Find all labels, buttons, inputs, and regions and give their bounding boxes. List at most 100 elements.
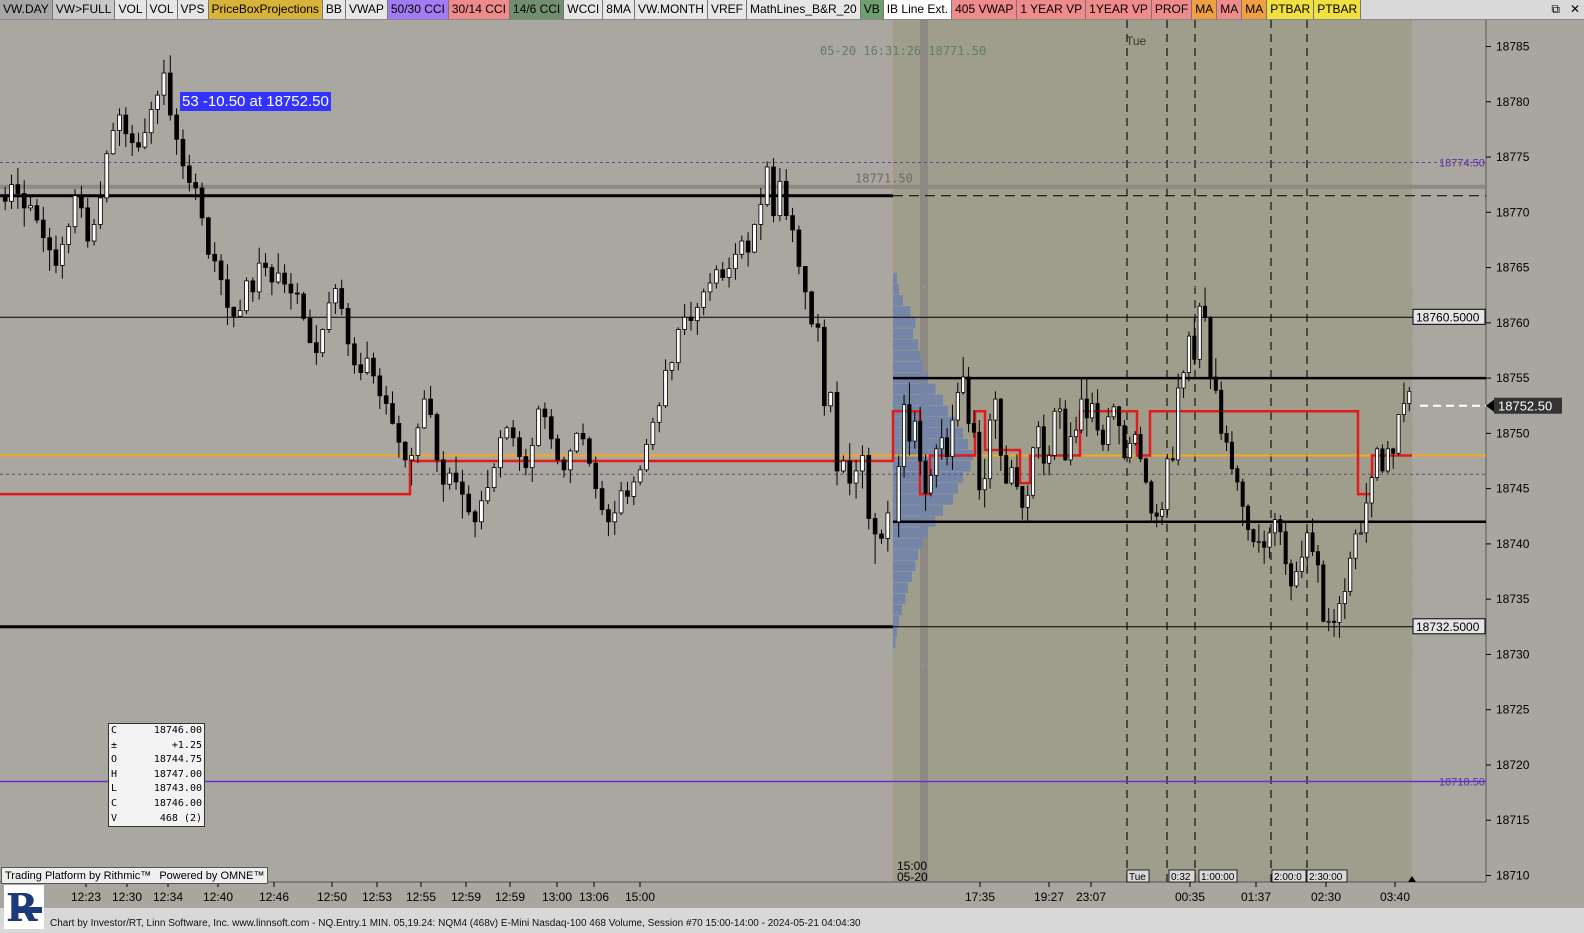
indicator-tab-10[interactable]: 14/6 CCI — [509, 0, 565, 19]
candle-body — [206, 217, 211, 255]
overnight-candle-body — [1197, 305, 1202, 360]
linn-logo: R — [4, 885, 44, 929]
restore-icon[interactable]: ⧉ — [1551, 0, 1560, 19]
overnight-candle-body — [1122, 425, 1127, 459]
price-tick-label: 18770 — [1496, 205, 1530, 219]
candle-body — [60, 243, 65, 266]
volume-profile-bar — [893, 637, 896, 649]
overnight-candle-body — [1375, 448, 1380, 478]
overnight-candle-body — [982, 478, 987, 491]
time-tick-label: 23:07 — [1076, 890, 1106, 904]
time-tick-label: 03:40 — [1380, 890, 1410, 904]
overnight-candle-body — [918, 420, 923, 462]
trade-label: 53 -10.50 at 18752.50 — [180, 92, 331, 111]
indicator-tab-15[interactable]: MathLines_B&R_20 — [746, 0, 861, 19]
indicator-tab-0[interactable]: VW.DAY — [0, 0, 53, 19]
indicator-tab-2[interactable]: VOL — [115, 0, 147, 19]
session-time-box-label: 2:30:00 — [1309, 872, 1343, 883]
candle-body — [745, 240, 751, 253]
volume-profile-bar — [893, 284, 899, 295]
indicator-tab-3[interactable]: VOL — [146, 0, 178, 19]
indicator-tab-20[interactable]: 1YEAR VP — [1086, 0, 1152, 19]
indicator-tab-11[interactable]: WCCI — [564, 0, 604, 19]
time-tick-label: 12:23 — [71, 890, 101, 904]
candle-body — [390, 403, 395, 424]
candle-body — [345, 308, 351, 345]
time-tick-label: 12:59 — [451, 890, 481, 904]
status-bar: Chart by Investor/RT, Linn Software, Inc… — [0, 908, 1584, 933]
indicator-tab-19[interactable]: 1 YEAR VP — [1017, 0, 1087, 19]
candle-body — [510, 427, 516, 439]
ohlc-key: ± — [111, 739, 118, 751]
price-tick-label: 18710 — [1496, 869, 1530, 883]
overnight-candle-body — [1278, 519, 1283, 533]
candle-body — [866, 455, 872, 519]
ohlc-value: 18744.75 — [153, 754, 202, 766]
ohlc-value: +1.25 — [171, 739, 202, 751]
overnight-candle-body — [1020, 486, 1025, 508]
indicator-tab-5[interactable]: PriceBoxProjections — [208, 0, 323, 19]
price-tick-label: 18735 — [1496, 592, 1530, 606]
price-chart[interactable]: 18710 18715 18720 18725 18730 18735 18740 18745… — [0, 20, 1584, 908]
candle-body — [155, 94, 160, 110]
indicator-tab-7[interactable]: VWAP — [345, 0, 388, 19]
indicator-tab-9[interactable]: 30/14 CCI — [448, 0, 510, 19]
candle-body — [377, 375, 383, 397]
indicator-tab-23[interactable]: MA — [1217, 0, 1243, 19]
indicator-tab-18[interactable]: 405 VWAP — [952, 0, 1018, 19]
overnight-candle-body — [1068, 436, 1073, 461]
indicator-tab-12[interactable]: 8MA — [603, 0, 635, 19]
candle-body — [250, 280, 256, 293]
overnight-candle-body — [1100, 429, 1105, 445]
candle-body — [650, 421, 656, 445]
overnight-candle-body — [1358, 532, 1363, 535]
overnight-candle-body — [1369, 477, 1374, 504]
candle-body — [383, 395, 389, 404]
overnight-candle-body — [1326, 620, 1331, 623]
indicator-tab-1[interactable]: VW>FULL — [52, 0, 116, 19]
candle-body — [625, 490, 630, 497]
candle-body — [396, 423, 402, 443]
overnight-candle-body — [1235, 468, 1240, 483]
overnight-candle-body — [1289, 563, 1294, 587]
overnight-candle-body — [1090, 403, 1095, 419]
overnight-candle-body — [1014, 467, 1019, 487]
ohlc-value: 18747.00 — [153, 768, 202, 780]
candle-body — [85, 207, 91, 242]
candle-body — [771, 166, 776, 217]
candle-body — [269, 267, 275, 283]
overnight-candle-body — [939, 437, 944, 450]
candle-body — [764, 166, 770, 205]
time-tick-label: 12:59 — [495, 890, 525, 904]
candle-body — [453, 472, 459, 483]
rithmic-text: Trading Platform by Rithmic™ — [5, 869, 152, 882]
candle-body — [853, 470, 859, 484]
indicator-tab-21[interactable]: PROF — [1151, 0, 1193, 19]
indicator-tab-25[interactable]: PTBAR — [1267, 0, 1315, 19]
candle-body — [117, 114, 122, 131]
indicator-tab-4[interactable]: VPS — [177, 0, 209, 19]
indicator-tab-8[interactable]: 50/30 CCI — [387, 0, 449, 19]
candle-body — [218, 260, 224, 281]
candle-body — [447, 472, 452, 485]
close-icon[interactable]: ✕ — [1570, 0, 1580, 19]
candle-body — [726, 268, 732, 278]
indicator-tab-6[interactable]: BB — [322, 0, 346, 19]
candle-body — [428, 398, 433, 415]
indicator-tab-13[interactable]: VW.MONTH — [634, 0, 708, 19]
overnight-candle-body — [955, 392, 960, 421]
time-tick-label: 12:40 — [203, 890, 233, 904]
volume-profile-bar — [893, 626, 897, 638]
indicator-tab-16[interactable]: VB — [860, 0, 884, 19]
indicator-tab-26[interactable]: PTBAR — [1314, 0, 1362, 19]
indicator-tab-17[interactable]: IB Line Ext. — [883, 0, 953, 19]
indicator-tab-14[interactable]: VREF — [707, 0, 747, 19]
price-tick-label: 18785 — [1496, 40, 1530, 54]
price-tick-label: 18775 — [1496, 150, 1530, 164]
volume-profile-bar — [893, 361, 923, 373]
overnight-candle-body — [1294, 571, 1299, 587]
indicator-tab-24[interactable]: MA — [1242, 0, 1268, 19]
volume-profile-bar — [893, 604, 902, 616]
candle-body — [758, 204, 764, 225]
indicator-tab-22[interactable]: MA — [1192, 0, 1218, 19]
